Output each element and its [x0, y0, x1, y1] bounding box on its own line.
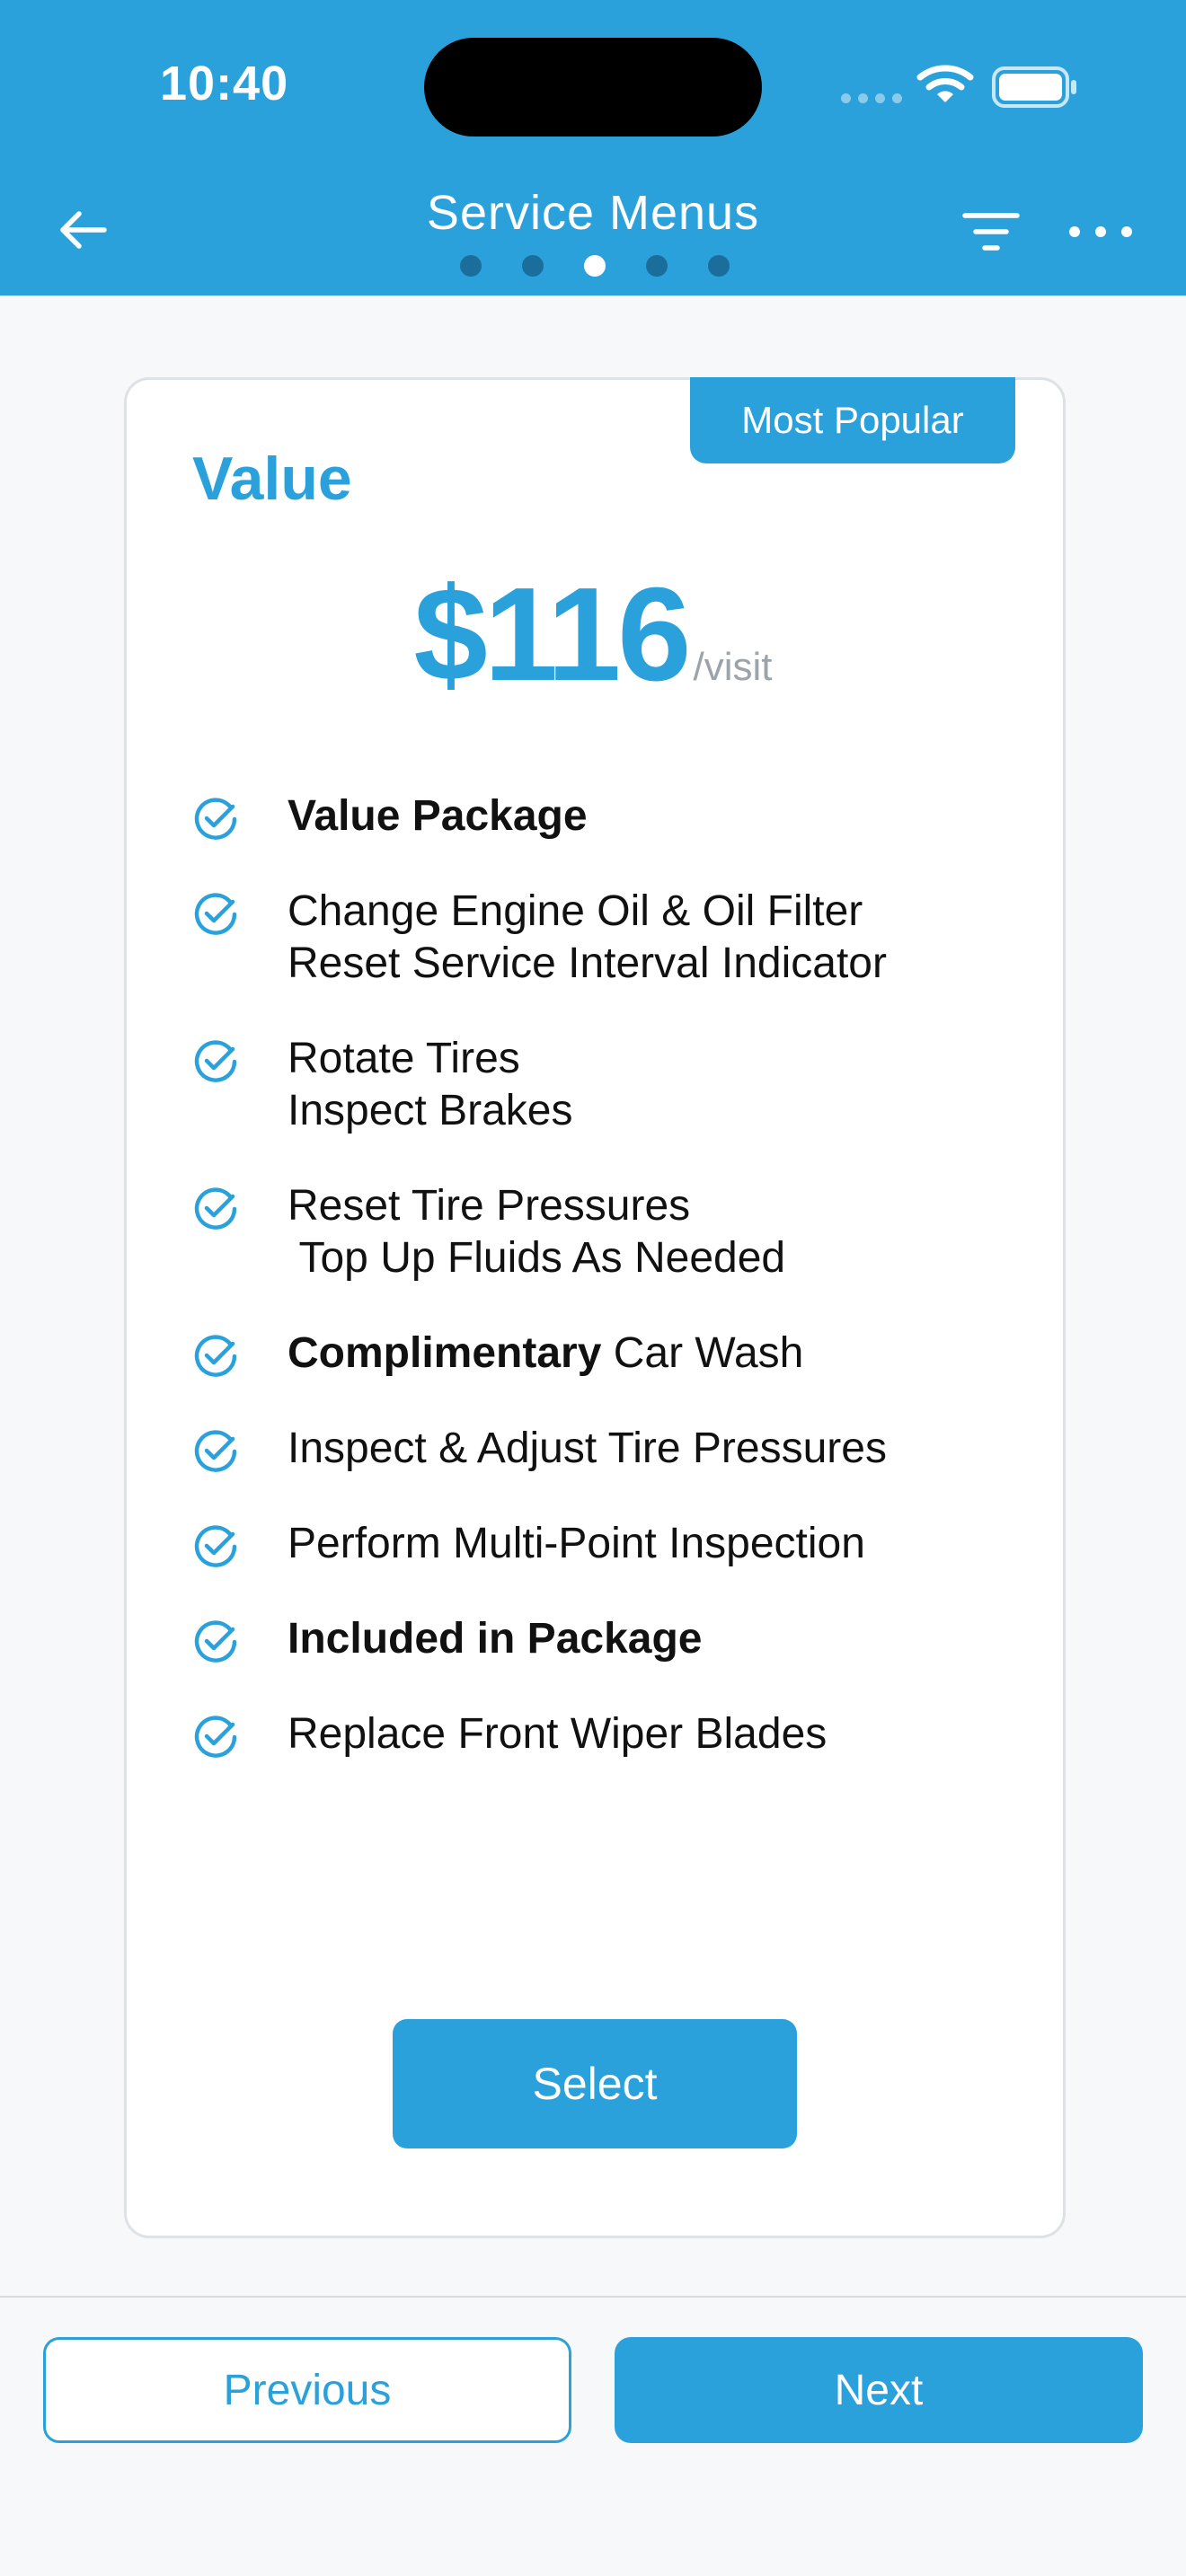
check-circle-icon [192, 891, 239, 938]
page-dot-active[interactable] [584, 255, 606, 277]
more-dot [1069, 226, 1080, 237]
previous-button[interactable]: Previous [43, 2337, 571, 2443]
page-dot[interactable] [646, 255, 668, 277]
page-dot[interactable] [460, 255, 482, 277]
feature-text: Value Package [288, 790, 588, 842]
page-dot[interactable] [522, 255, 544, 277]
more-button[interactable] [1069, 214, 1132, 250]
feature-item: Perform Multi-Point Inspection [192, 1518, 1001, 1570]
feature-item: Rotate Tires Inspect Brakes [192, 1033, 1001, 1137]
feature-segment: Value Package [288, 792, 588, 840]
price-unit: /visit [693, 645, 773, 689]
check-circle-icon [192, 1619, 239, 1665]
feature-line: Included in Package [288, 1613, 702, 1665]
feature-line: Value Package [288, 790, 588, 842]
feature-item: Included in Package [192, 1613, 1001, 1665]
check-circle-icon [192, 1714, 239, 1760]
filter-button[interactable] [958, 205, 1024, 259]
feature-list: Value Package Change Engine Oil & Oil Fil… [192, 790, 1001, 1804]
feature-segment: Included in Package [288, 1615, 703, 1663]
feature-text: Included in Package [288, 1613, 702, 1665]
feature-segment: Top Up Fluids As Needed [288, 1234, 786, 1282]
check-circle-icon [192, 1333, 239, 1380]
feature-segment: Inspect Brakes [288, 1087, 573, 1134]
select-button[interactable]: Select [393, 2019, 797, 2148]
battery-icon [992, 66, 1076, 108]
feature-line: Perform Multi-Point Inspection [288, 1518, 865, 1570]
price-row: $116 /visit [0, 559, 1186, 711]
check-circle-icon [192, 796, 239, 842]
feature-line: Inspect Brakes [288, 1085, 572, 1137]
plan-name: Value [192, 445, 352, 513]
feature-segment: Perform Multi-Point Inspection [288, 1520, 865, 1567]
feature-text: Complimentary Car Wash [288, 1328, 803, 1380]
feature-item: Inspect & Adjust Tire Pressures [192, 1423, 1001, 1475]
feature-text: Reset Tire Pressures Top Up Fluids As Ne… [288, 1180, 785, 1284]
feature-segment: Car Wash [601, 1329, 804, 1377]
feature-segment: Change Engine Oil & Oil Filter [288, 887, 863, 935]
back-button[interactable] [52, 203, 113, 257]
plan-price: $116 [413, 560, 691, 709]
feature-text: Change Engine Oil & Oil Filter Reset Serv… [288, 886, 887, 990]
feature-item: Reset Tire Pressures Top Up Fluids As Ne… [192, 1180, 1001, 1284]
feature-text: Replace Front Wiper Blades [288, 1708, 827, 1760]
feature-segment: Complimentary [288, 1329, 602, 1377]
feature-line: Reset Service Interval Indicator [288, 938, 887, 990]
arrow-left-icon [60, 211, 107, 249]
feature-line: Rotate Tires [288, 1033, 572, 1085]
feature-text: Perform Multi-Point Inspection [288, 1518, 865, 1570]
feature-segment: Reset Tire Pressures [288, 1182, 691, 1230]
footer-divider [0, 2296, 1186, 2298]
feature-line: Reset Tire Pressures [288, 1180, 785, 1232]
dynamic-island [424, 38, 762, 137]
feature-line: Replace Front Wiper Blades [288, 1708, 827, 1760]
page-indicator [460, 255, 730, 277]
feature-segment: Rotate Tires [288, 1035, 520, 1082]
wifi-icon [916, 65, 974, 102]
status-time: 10:40 [160, 57, 289, 110]
feature-line: Change Engine Oil & Oil Filter [288, 886, 887, 938]
more-dot [1095, 226, 1106, 237]
feature-line: Top Up Fluids As Needed [288, 1232, 785, 1284]
feature-segment: Replace Front Wiper Blades [288, 1710, 828, 1758]
feature-line: Complimentary Car Wash [288, 1328, 803, 1380]
page-title: Service Menus [426, 186, 760, 240]
app-header: 10:40 Service Menus [0, 0, 1186, 296]
feature-line: Inspect & Adjust Tire Pressures [288, 1423, 887, 1475]
most-popular-badge: Most Popular [690, 377, 1015, 463]
feature-text: Rotate Tires Inspect Brakes [288, 1033, 572, 1137]
check-circle-icon [192, 1186, 239, 1232]
feature-segment: Reset Service Interval Indicator [288, 940, 887, 987]
feature-item: Change Engine Oil & Oil Filter Reset Serv… [192, 886, 1001, 990]
check-circle-icon [192, 1428, 239, 1475]
feature-item: Value Package [192, 790, 1001, 842]
more-dot [1121, 226, 1132, 237]
feature-text: Inspect & Adjust Tire Pressures [288, 1423, 887, 1475]
filter-icon [962, 213, 1020, 251]
next-button[interactable]: Next [615, 2337, 1143, 2443]
cellular-signal-icon [841, 93, 902, 103]
feature-item: Replace Front Wiper Blades [192, 1708, 1001, 1760]
page-dot[interactable] [708, 255, 730, 277]
feature-item: Complimentary Car Wash [192, 1328, 1001, 1380]
check-circle-icon [192, 1523, 239, 1570]
check-circle-icon [192, 1038, 239, 1085]
feature-segment: Inspect & Adjust Tire Pressures [288, 1425, 887, 1472]
